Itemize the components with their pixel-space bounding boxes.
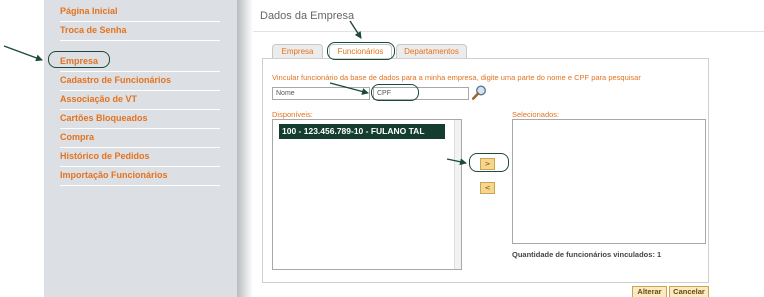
- annotation-overlay: [3, 20, 467, 166]
- arrow-to-tab: [349, 20, 362, 39]
- arrow-to-add-button: [446, 158, 467, 166]
- arrow-to-empresa: [3, 45, 43, 62]
- arrow-to-cpf: [329, 82, 369, 95]
